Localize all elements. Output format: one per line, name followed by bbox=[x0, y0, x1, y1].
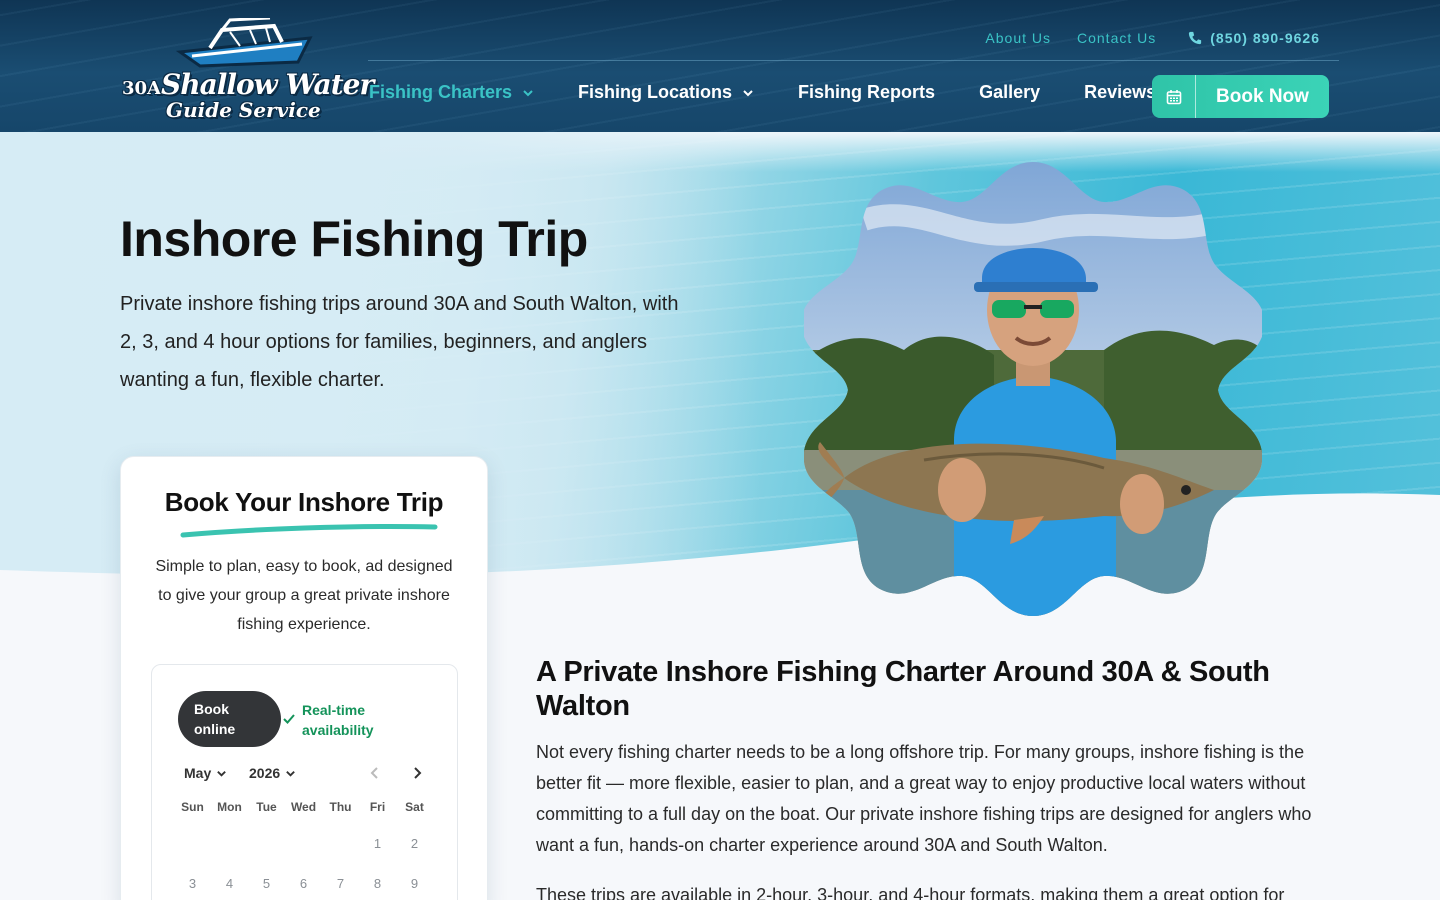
weekday-wed: Wed bbox=[290, 800, 317, 814]
chevron-down-icon bbox=[523, 89, 533, 96]
logo-line2: Guide Service bbox=[166, 98, 321, 122]
section-paragraph-1: Not every fishing charter needs to be a … bbox=[536, 742, 1312, 855]
calendar-day[interactable]: 2 bbox=[396, 836, 433, 851]
about-link[interactable]: About Us bbox=[985, 30, 1051, 46]
header-divider bbox=[368, 60, 1339, 61]
nav-item-fishing-reports[interactable]: Fishing Reports bbox=[798, 82, 935, 103]
booking-card: Book Your Inshore Trip Simple to plan, e… bbox=[120, 456, 488, 900]
nav-label: Fishing Locations bbox=[578, 82, 733, 102]
phone-link[interactable]: (850) 890-9626 bbox=[1188, 30, 1320, 46]
avail-line1: Real-time bbox=[302, 702, 366, 718]
angler-photo bbox=[804, 162, 1262, 616]
title-underline-swoosh bbox=[180, 523, 438, 538]
year-select[interactable]: 2026 bbox=[249, 765, 296, 781]
nav-item-reviews[interactable]: Reviews bbox=[1084, 82, 1156, 103]
booking-description: Simple to plan, easy to book, ad designe… bbox=[155, 558, 453, 633]
check-icon bbox=[283, 714, 295, 724]
month-select[interactable]: May bbox=[184, 765, 227, 781]
phone-icon bbox=[1189, 31, 1202, 45]
calendar-day[interactable]: 1 bbox=[359, 836, 396, 851]
nav-item-fishing-charters[interactable]: Fishing Charters bbox=[369, 82, 534, 103]
site-logo[interactable]: 30AShallow Water Guide Service bbox=[118, 14, 374, 122]
chevron-down-icon bbox=[286, 770, 295, 777]
chevron-right-icon[interactable] bbox=[408, 764, 426, 782]
weekday-tue: Tue bbox=[256, 800, 277, 814]
book-online-toggle[interactable]: Book online bbox=[178, 691, 281, 747]
month-value: May bbox=[184, 765, 212, 781]
contact-link[interactable]: Contact Us bbox=[1077, 30, 1156, 46]
utility-bar: About Us Contact Us (850) 890-9626 bbox=[985, 30, 1320, 46]
weekday-sun: Sun bbox=[181, 800, 204, 814]
nav-item-fishing-locations[interactable]: Fishing Locations bbox=[578, 82, 754, 103]
boat-logo-icon bbox=[175, 18, 313, 68]
weekday-thu: Thu bbox=[329, 800, 352, 814]
avail-line2: availability bbox=[302, 722, 374, 738]
calendar-icon bbox=[1152, 75, 1196, 118]
nav-item-gallery[interactable]: Gallery bbox=[979, 82, 1040, 103]
phone-number: (850) 890-9626 bbox=[1210, 30, 1320, 46]
section-heading: A Private Inshore Fishing Charter Around… bbox=[536, 656, 1270, 722]
chevron-left-icon[interactable] bbox=[366, 764, 384, 782]
nav-label: Fishing Charters bbox=[369, 82, 513, 102]
pill-line2: online bbox=[194, 721, 236, 737]
calendar-day[interactable]: 4 bbox=[211, 876, 248, 891]
weekday-mon: Mon bbox=[217, 800, 242, 814]
year-value: 2026 bbox=[249, 765, 281, 781]
hero-lead: Private inshore fishing trips around 30A… bbox=[120, 293, 679, 391]
book-now-button[interactable]: Book Now bbox=[1152, 75, 1329, 118]
section-paragraph-2: These trips are available in 2-hour, 3-h… bbox=[536, 885, 1285, 900]
booking-title: Book Your Inshore Trip bbox=[164, 487, 444, 517]
pill-line1: Book bbox=[194, 701, 229, 717]
chevron-down-icon bbox=[743, 89, 753, 96]
chevron-down-icon bbox=[217, 770, 227, 777]
calendar-day[interactable]: 9 bbox=[396, 876, 433, 891]
weekday-sat: Sat bbox=[405, 800, 424, 814]
calendar-day[interactable]: 5 bbox=[248, 876, 285, 891]
logo-line1: 30AShallow Water bbox=[122, 68, 374, 101]
main-nav: Fishing Charters Fishing Locations Fishi… bbox=[369, 82, 1156, 103]
calendar-day[interactable]: 8 bbox=[359, 876, 396, 891]
page-title: Inshore Fishing Trip bbox=[120, 211, 588, 267]
weekday-fri: Fri bbox=[369, 800, 386, 814]
realtime-availability: Real-time availability bbox=[282, 700, 374, 740]
calendar-day[interactable]: 6 bbox=[285, 876, 322, 891]
site-header: 30AShallow Water Guide Service About Us … bbox=[0, 0, 1440, 132]
book-now-label: Book Now bbox=[1216, 85, 1309, 107]
calendar-day[interactable]: 7 bbox=[322, 876, 359, 891]
booking-calendar-widget: Book online Real-time availability May 2… bbox=[151, 664, 458, 900]
calendar-day[interactable]: 3 bbox=[174, 876, 211, 891]
